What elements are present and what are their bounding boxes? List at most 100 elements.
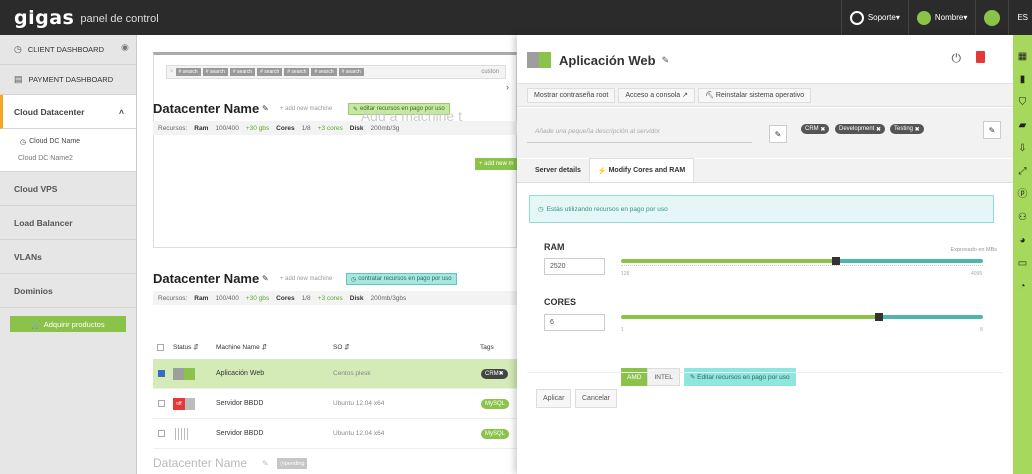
sidebar-item-cloud-vps[interactable]: Cloud VPS (0, 172, 136, 206)
close-icon[interactable]: × (170, 69, 174, 75)
user-menu[interactable]: Nombre ▾ (907, 0, 975, 35)
tag-badge[interactable]: MySQL (481, 428, 510, 439)
machine-name[interactable]: Servidor BBDD (216, 400, 263, 407)
ram-extra: +30 gbs (245, 294, 270, 302)
ram-input[interactable]: 2520 (544, 258, 605, 275)
select-all-checkbox[interactable] (157, 343, 164, 351)
show-root-password-button[interactable]: Mostrar contraseña root (527, 87, 616, 103)
ram-unit-note: Expresado en MBs (950, 247, 997, 253)
row-checkbox[interactable] (158, 370, 165, 377)
edit-description-button[interactable]: ✎ (769, 125, 787, 143)
sidebar-item-dominios[interactable]: Dominios (0, 274, 136, 308)
tag-badge[interactable]: CRM ✖ (481, 368, 508, 379)
edit-tags-button[interactable]: ✎ (983, 121, 1001, 139)
edit-pencil-icon[interactable]: ✎ (262, 104, 269, 113)
edit-pencil-icon[interactable]: ✎ (662, 55, 670, 66)
column-header-machine-name[interactable]: Machine Name ⇵ (216, 343, 267, 351)
sidebar-item-load-balancer[interactable]: Load Balancer (0, 206, 136, 240)
search-chip[interactable]: # search (175, 68, 201, 76)
table-row[interactable]: Aplicación Web Centos plesk CRM ✖ (153, 359, 517, 389)
console-access-button[interactable]: Acceso a consola ↗ (618, 87, 696, 103)
tab-server-details[interactable]: Server details (527, 158, 589, 182)
shield-icon[interactable]: ⛉ (1017, 97, 1028, 108)
sidebar-subitem-dc2[interactable]: Cloud DC Name2 (0, 150, 136, 167)
tag-badge[interactable]: MySQL (481, 398, 510, 409)
status-toggle[interactable] (173, 367, 195, 380)
tab-modify-cores-ram[interactable]: ⚡ Modify Cores and RAM (588, 158, 695, 182)
status-toggle[interactable] (527, 52, 551, 68)
contract-resources-pill[interactable]: ◷ contratar recursos en pago por uso (346, 273, 457, 285)
column-header-status[interactable]: Status ⇵ (173, 343, 199, 351)
sidebar-item-cloud-datacenter[interactable]: Cloud Datacenter ˄ (0, 95, 136, 129)
edit-payg-button[interactable]: ✎ Editar recursos en pago por uso (683, 368, 796, 386)
gauge-icon[interactable]: ◔ (1017, 281, 1028, 292)
machine-name[interactable]: Aplicación Web (216, 370, 264, 377)
resize-icon[interactable]: ⤢ (1017, 166, 1028, 177)
ram-slider-thumb[interactable] (832, 257, 840, 265)
tag-badge-testing[interactable]: Testing ✖ (890, 124, 924, 134)
collapse-icon[interactable]: ◉ (121, 42, 129, 53)
search-chip[interactable]: # search (284, 68, 310, 76)
notifications-user-button[interactable] (975, 0, 1008, 35)
sidebar-item-label: Cloud Datacenter (14, 106, 85, 117)
amd-option[interactable]: AMD (621, 368, 648, 386)
add-new-machine-button[interactable]: + add new m (475, 158, 518, 170)
clock-icon: ◷ (538, 206, 544, 213)
edit-pencil-icon[interactable]: ✎ (262, 459, 269, 468)
globe-icon[interactable]: ◕ (1017, 235, 1028, 246)
search-chip[interactable]: # search (311, 68, 337, 76)
table-row[interactable]: Servidor BBDD Ubuntu 12.04 x64 MySQL (153, 419, 517, 449)
chevron-right-icon[interactable]: › (506, 82, 509, 92)
intel-option[interactable]: INTEL (647, 368, 680, 386)
row-checkbox[interactable] (158, 430, 165, 437)
buy-products-button[interactable]: 🛒 Adquirir productos (10, 316, 126, 332)
ip-icon[interactable]: ⓟ (1017, 189, 1028, 200)
cores-input[interactable]: 6 (544, 314, 605, 331)
search-chip[interactable]: # search (229, 68, 256, 76)
language-selector[interactable]: ES (1008, 0, 1032, 35)
sidebar-item-label: Load Balancer (14, 217, 73, 228)
network-icon[interactable]: ⚇ (1017, 212, 1028, 223)
apply-button[interactable]: Aplicar (536, 389, 572, 408)
sidebar-item-label: PAYMENT DASHBOARD (28, 75, 114, 84)
column-header-so[interactable]: SO ⇵ (333, 343, 350, 351)
search-chip[interactable]: # search (257, 68, 283, 76)
chart-icon[interactable]: ▮ (1017, 74, 1028, 85)
add-machine-link[interactable]: + add new machine (280, 276, 332, 282)
sidebar-item-payment-dashboard[interactable]: ▤ PAYMENT DASHBOARD (0, 65, 136, 95)
row-checkbox[interactable] (158, 400, 165, 407)
edit-pencil-icon[interactable]: ✎ (262, 274, 269, 283)
reinstall-os-button[interactable]: ⛏ Reinstalar sistema operativo (698, 87, 812, 103)
sidebar-item-vlans[interactable]: VLANs (0, 240, 136, 274)
trash-icon[interactable] (976, 51, 985, 63)
server-icon[interactable]: ▦ (1017, 51, 1028, 62)
tag-badge-development[interactable]: Development ✖ (835, 124, 886, 134)
pencil-icon: ✎ (988, 125, 996, 135)
tag-badge-crm[interactable]: CRM ✖ (801, 124, 830, 134)
download-icon[interactable]: ⇩ (1017, 143, 1028, 154)
sidebar-subitem-dc1[interactable]: ◷ Cloud DC Name (0, 133, 136, 150)
search-chip[interactable]: # search (338, 68, 364, 76)
search-chip[interactable]: # search (202, 68, 228, 76)
folder-icon[interactable]: ▰ (1017, 120, 1028, 131)
cores-slider-thumb[interactable] (875, 313, 883, 321)
contract-resources-label: contratar recursos en pago por uso (358, 276, 452, 282)
resources-label: Recursos: (158, 294, 188, 302)
description-field[interactable]: Añade una pequeña descripción al servido… (527, 121, 752, 143)
ram-label: Ram (194, 294, 209, 302)
power-icon[interactable]: ⏻ (952, 51, 962, 66)
machine-name[interactable]: Servidor BBDD (216, 430, 263, 437)
ram-label: Ram (194, 124, 209, 132)
buy-products-label: Adquirir productos (43, 319, 105, 329)
logo[interactable]: gigas (14, 7, 74, 29)
custom-label[interactable]: custon (481, 69, 499, 75)
chevron-down-icon: ▾ (895, 13, 900, 22)
support-menu[interactable]: Soporte ▾ (840, 0, 908, 35)
monitor-icon[interactable]: ▭ (1017, 258, 1028, 269)
sidebar-item-client-dashboard[interactable]: ◷ CLIENT DASHBOARD (0, 35, 136, 65)
status-toggle[interactable]: off (173, 397, 195, 410)
cancel-button[interactable]: Cancelar (575, 389, 618, 408)
datacenter-panel-top: × # search # search # search # search # … (153, 52, 517, 248)
table-row[interactable]: off Servidor BBDD Ubuntu 12.04 x64 MySQL (153, 389, 517, 419)
search-input[interactable]: × # search # search # search # search # … (166, 65, 506, 79)
